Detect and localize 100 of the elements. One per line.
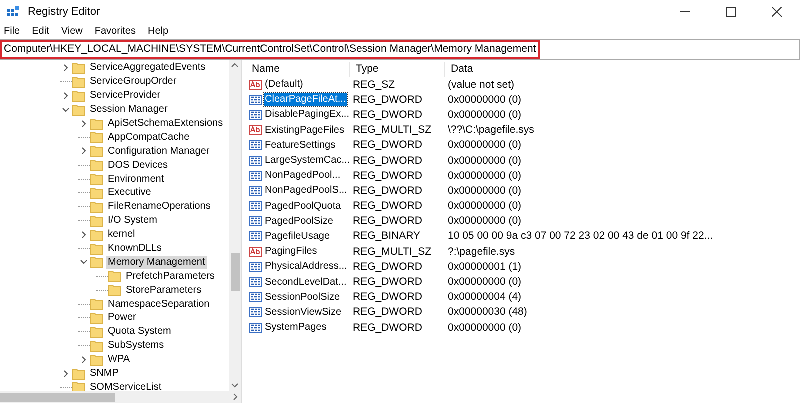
value-type: REG_DWORD xyxy=(352,200,424,212)
tree-item[interactable]: SubSystems xyxy=(106,339,166,352)
value-name[interactable]: PagedPoolSize xyxy=(264,214,334,228)
value-name[interactable]: ExistingPageFiles xyxy=(264,124,346,137)
tree-item[interactable]: KnownDLLs xyxy=(106,242,164,256)
value-name[interactable]: DisablePagingEx... xyxy=(264,108,350,122)
horizontal-scrollbar[interactable] xyxy=(0,391,241,403)
value-type: REG_DWORD xyxy=(352,276,424,288)
column-header[interactable]: Name xyxy=(246,62,350,77)
value-name[interactable]: FeatureSettings xyxy=(264,138,337,152)
menu-item[interactable]: File xyxy=(4,26,26,36)
tree-item[interactable]: ServiceAggregatedEvents xyxy=(88,61,208,74)
binary-value-icon xyxy=(249,215,262,228)
maximize-icon[interactable] xyxy=(726,7,736,17)
menu-item[interactable]: Edit xyxy=(32,26,56,36)
folder-icon xyxy=(108,284,121,296)
value-name[interactable]: SessionPoolSize xyxy=(264,290,342,304)
close-icon[interactable] xyxy=(772,7,782,17)
address-field[interactable]: Computer\HKEY_LOCAL_MACHINE\SYSTEM\CurrentControlSet\Control\Session Manager\Memory Management xyxy=(0,40,540,59)
value-type: REG_DWORD xyxy=(352,291,424,304)
folder-icon xyxy=(90,242,103,255)
folder-icon xyxy=(72,104,85,116)
value-type: REG_DWORD xyxy=(352,215,424,228)
tree-item[interactable]: Environment xyxy=(106,172,166,186)
value-data: 0x00000030 (48) xyxy=(447,306,528,318)
tree-item[interactable]: Session Manager xyxy=(88,103,170,116)
value-type: REG_DWORD xyxy=(352,322,424,334)
value-name[interactable]: ClearPageFileAt... xyxy=(264,93,348,106)
binary-value-icon xyxy=(249,306,262,318)
value-name[interactable]: SecondLevelDat... xyxy=(264,276,348,289)
value-type: REG_DWORD xyxy=(352,154,424,167)
folder-icon xyxy=(90,312,103,324)
value-name[interactable]: NonPagedPool... xyxy=(264,169,342,182)
value-type: REG_DWORD xyxy=(352,139,424,152)
value-name[interactable]: PagingFiles xyxy=(264,245,318,258)
value-name[interactable]: PagedPoolQuota xyxy=(264,200,342,213)
folder-icon xyxy=(90,298,103,310)
tree-item[interactable]: SNMP xyxy=(88,367,121,380)
tree-item[interactable]: ApiSetSchemaExtensions xyxy=(106,117,226,130)
column-header[interactable]: Type xyxy=(350,62,445,77)
tree-item[interactable]: Configuration Manager xyxy=(106,144,212,158)
value-type: REG_DWORD xyxy=(352,170,424,182)
value-data: 10 05 00 00 9a c3 07 00 72 23 02 00 43 de 01 00 9f 22... xyxy=(447,230,714,242)
value-data: 0x00000000 (0) xyxy=(447,215,522,228)
tree-item[interactable]: kernel xyxy=(106,228,138,242)
app-icon xyxy=(6,5,20,19)
binary-value-icon xyxy=(249,94,262,106)
tree-item[interactable]: SOMServiceList xyxy=(88,380,164,391)
menu-item[interactable]: Favorites xyxy=(94,26,142,36)
binary-value-icon xyxy=(249,154,262,167)
tree-item[interactable]: NamespaceSeparation xyxy=(106,298,212,311)
tree-item[interactable]: FileRenameOperations xyxy=(106,200,213,214)
tree-item[interactable]: StoreParameters xyxy=(124,284,204,297)
scrollbar-thumb[interactable] xyxy=(231,253,240,291)
vertical-scrollbar[interactable] xyxy=(229,60,241,391)
menu-item[interactable]: Help xyxy=(148,26,175,36)
menu-item[interactable]: View xyxy=(61,26,89,36)
value-data: ?:\pagefile.sys xyxy=(447,246,516,258)
tree-item[interactable]: ServiceGroupOrder xyxy=(88,75,179,88)
folder-icon xyxy=(90,214,103,227)
value-type: REG_MULTI_SZ xyxy=(352,246,433,258)
value-name[interactable]: NonPagedPoolS... xyxy=(264,184,348,198)
column-header[interactable]: Data xyxy=(445,62,705,77)
folder-icon xyxy=(90,326,103,338)
tree-item[interactable]: DOS Devices xyxy=(106,158,170,172)
value-type: REG_DWORD xyxy=(352,108,424,121)
value-data: 0x00000000 (0) xyxy=(447,322,522,334)
binary-value-icon xyxy=(249,184,262,197)
tree-item[interactable]: Power xyxy=(106,311,138,324)
value-type: REG_DWORD xyxy=(352,306,424,318)
binary-value-icon xyxy=(249,291,262,304)
value-data: 0x00000000 (0) xyxy=(447,276,522,288)
value-data: \??\C:\pagefile.sys xyxy=(447,124,534,136)
tree-item[interactable]: AppCompatCache xyxy=(106,130,192,144)
value-name[interactable]: PagefileUsage xyxy=(264,230,332,243)
value-name[interactable]: SystemPages xyxy=(264,321,328,334)
folder-icon xyxy=(72,90,85,102)
value-data: (value not set) xyxy=(447,78,515,91)
tree-item[interactable]: Memory Management xyxy=(106,256,208,269)
folder-icon xyxy=(90,186,103,199)
tree-item[interactable]: PrefetchParameters xyxy=(124,270,217,283)
value-name[interactable]: PhysicalAddress... xyxy=(264,260,348,274)
folder-icon xyxy=(90,145,103,158)
tree-item[interactable]: I/O System xyxy=(106,214,160,228)
folder-icon xyxy=(72,76,85,88)
tree-item[interactable]: Executive xyxy=(106,186,154,200)
value-name[interactable]: SessionViewSize xyxy=(264,306,343,319)
tree-item[interactable]: WPA xyxy=(106,353,132,366)
value-data: 0x00000004 (4) xyxy=(447,291,522,304)
binary-value-icon xyxy=(249,170,262,182)
binary-value-icon xyxy=(249,322,262,334)
binary-value-icon xyxy=(249,230,262,242)
value-type: REG_BINARY xyxy=(352,230,422,242)
value-name[interactable]: (Default) xyxy=(264,78,304,92)
value-name[interactable]: LargeSystemCac... xyxy=(264,154,352,168)
tree-item[interactable]: ServiceProvider xyxy=(88,89,163,102)
tree-item[interactable]: Quota System xyxy=(106,325,174,338)
value-type: REG_SZ xyxy=(352,78,396,91)
folder-icon xyxy=(90,200,103,213)
value-data: 0x00000000 (0) xyxy=(447,154,522,167)
